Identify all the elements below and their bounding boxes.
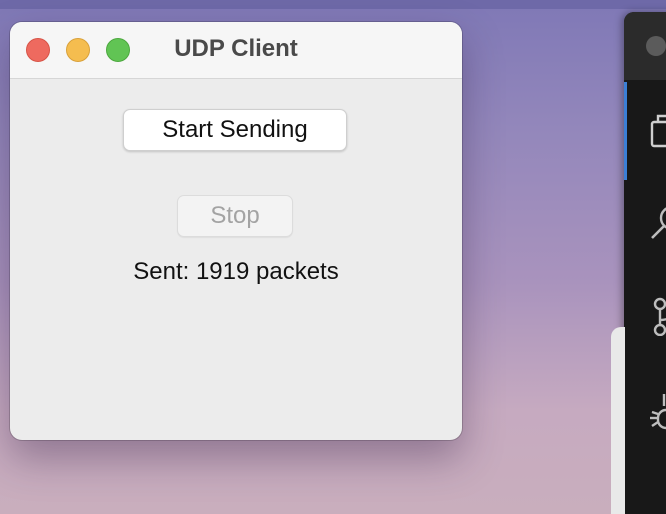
background-window-titlebar	[624, 12, 666, 80]
files-icon[interactable]	[648, 110, 666, 150]
active-view-indicator	[624, 82, 627, 180]
background-window-close-button[interactable]	[646, 36, 666, 56]
debug-icon[interactable]	[648, 392, 666, 432]
udp-client-window: UDP Client Start Sending Stop Sent: 1919…	[10, 22, 462, 440]
sent-packets-status: Sent: 1919 packets	[133, 258, 339, 285]
search-icon[interactable]	[648, 200, 666, 240]
start-sending-button[interactable]: Start Sending	[123, 109, 347, 151]
window-titlebar[interactable]: UDP Client	[10, 22, 462, 79]
source-control-icon[interactable]	[648, 296, 666, 336]
zoom-window-button[interactable]	[106, 38, 130, 62]
stop-button[interactable]: Stop	[177, 195, 293, 237]
menu-bar-edge	[0, 0, 666, 9]
background-side-panel	[611, 327, 625, 514]
background-editor-window[interactable]	[624, 12, 666, 514]
minimize-window-button[interactable]	[66, 38, 90, 62]
close-window-button[interactable]	[26, 38, 50, 62]
